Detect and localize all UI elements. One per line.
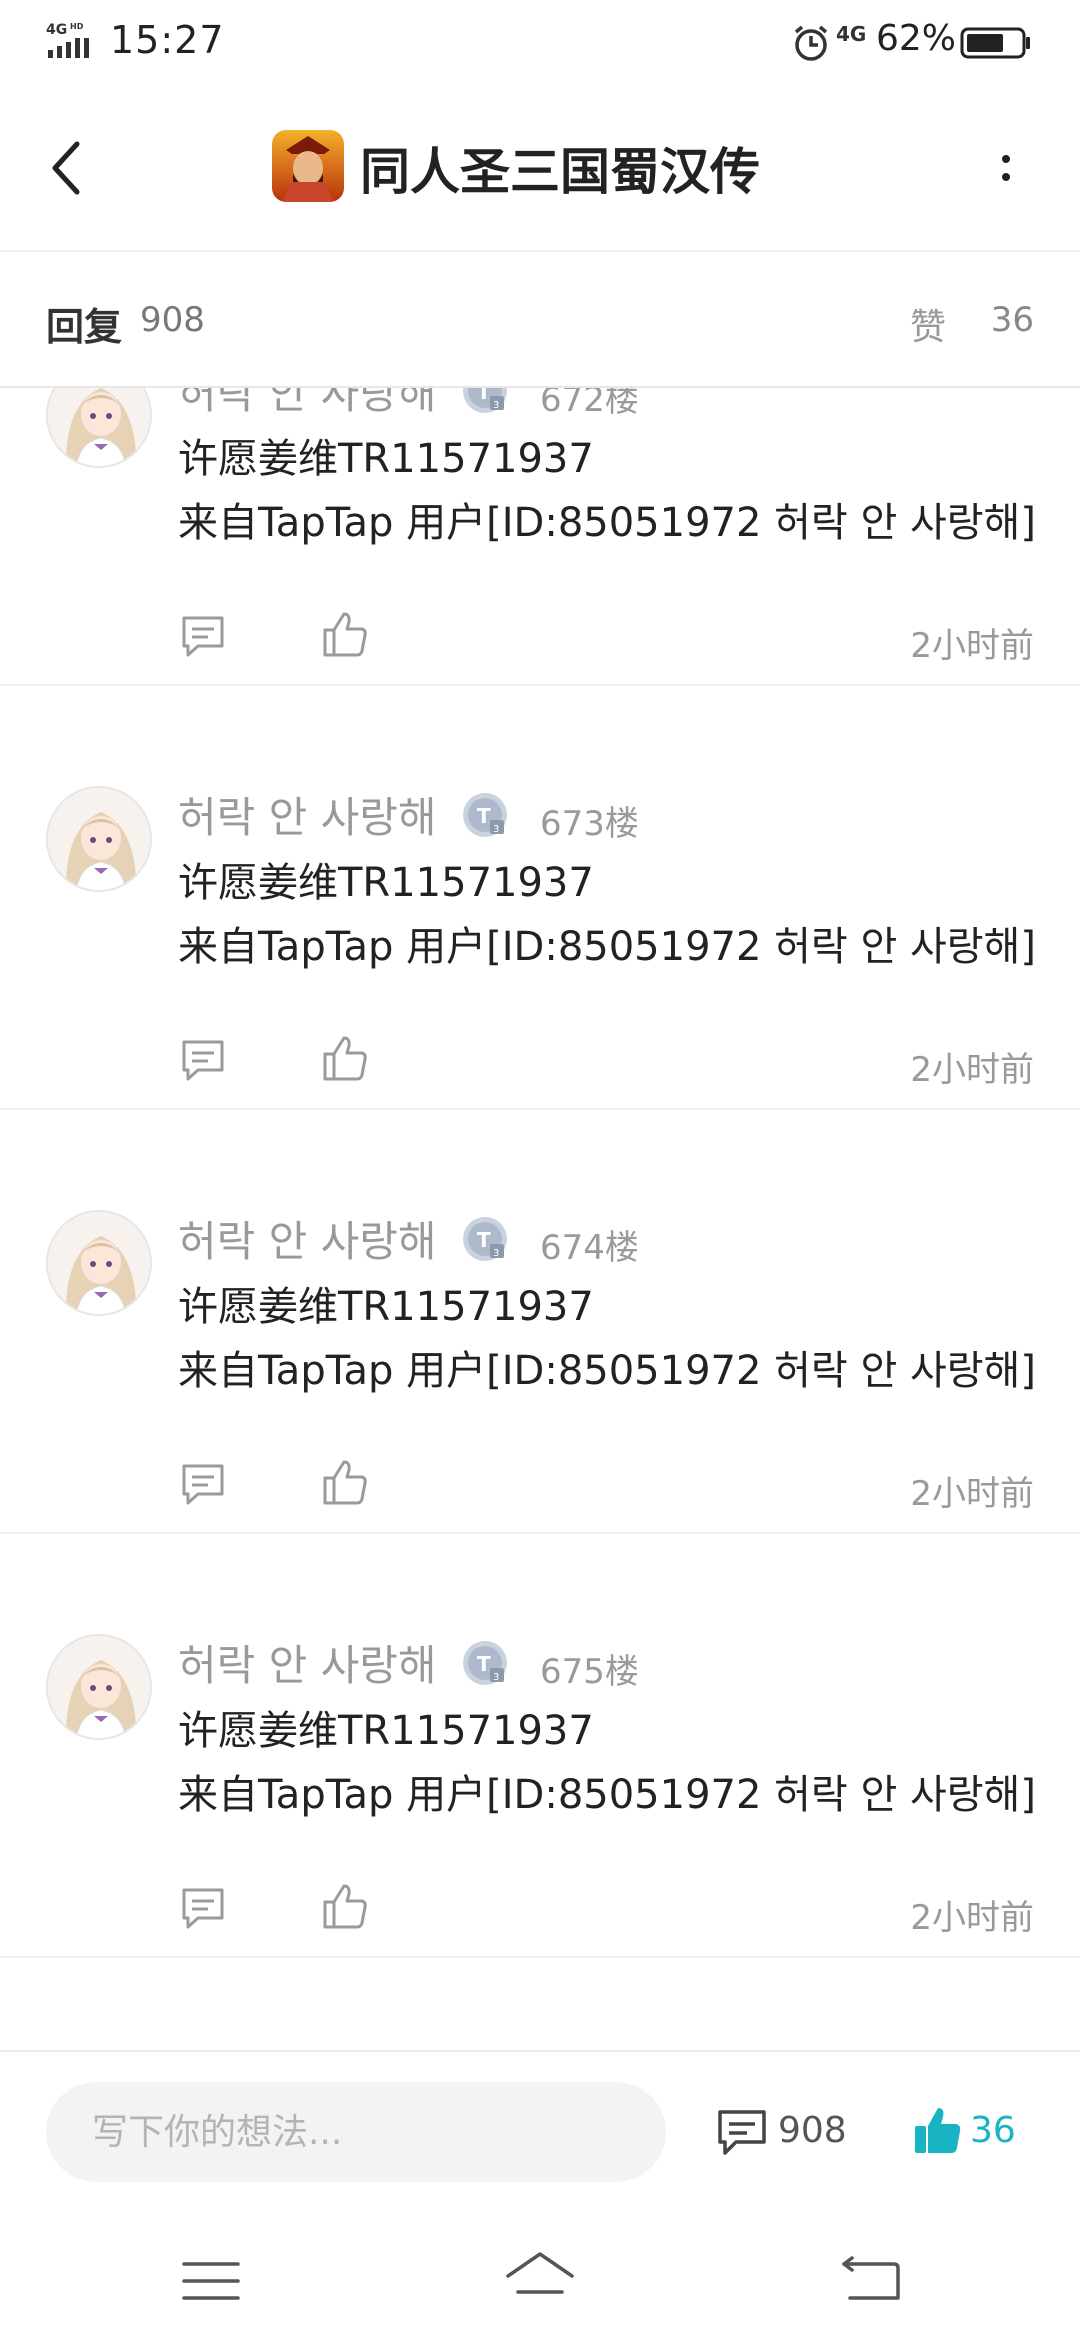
svg-text:T: T [477, 388, 491, 404]
reply-item[interactable]: 허락 안 사랑해 T 3 674楼 许愿姜维TR11571937 来自TapTa… [0, 1110, 1080, 1534]
status-time: 15:27 [110, 18, 225, 62]
reply-summary-bar: 回复 908 赞 36 [0, 252, 1080, 388]
game-icon[interactable] [272, 130, 344, 202]
anime-girl-avatar-image [48, 788, 150, 890]
anime-girl-avatar-image [48, 1212, 150, 1314]
comment-bar: 908 36 [0, 2050, 1080, 2220]
system-nav-bar [0, 2220, 1080, 2340]
user-avatar[interactable] [46, 786, 152, 892]
floor-number: 673楼 [540, 804, 639, 844]
back-arrow-icon [52, 141, 80, 195]
floor-number: 672楼 [540, 388, 639, 420]
home-icon[interactable] [504, 2248, 576, 2308]
svg-text:3: 3 [493, 824, 499, 835]
network-type: 4G [836, 22, 867, 46]
thumbs-up-icon[interactable] [322, 1882, 368, 1930]
reply-text-line: 许愿姜维TR11571937 [178, 1284, 594, 1330]
username[interactable]: 허락 안 사랑해 [178, 388, 437, 421]
battery-icon [960, 27, 1030, 59]
user-avatar[interactable] [46, 1210, 152, 1316]
reply-count: 908 [140, 300, 205, 340]
reply-text-body: 来自TapTap 用户[ID:85051972 허락 안 사랑해] [178, 1348, 1036, 1394]
reply-text-line: 许愿姜维TR11571937 [178, 860, 594, 906]
comment-icon[interactable] [716, 2108, 768, 2158]
signal-icon: 4G HD [46, 22, 89, 58]
title-bar: 同人圣三国蜀汉传 [0, 84, 1080, 252]
reply-text-line: 许愿姜维TR11571937 [178, 436, 594, 482]
username[interactable]: 허락 안 사랑해 [178, 1208, 437, 1269]
floor-number: 674楼 [540, 1228, 639, 1268]
svg-text:T: T [477, 804, 491, 828]
page-title: 同人圣三国蜀汉传 [360, 143, 760, 201]
reply-item[interactable]: 허락 안 사랑해 T 3 675楼 许愿姜维TR11571937 来自TapTa… [0, 1534, 1080, 1958]
svg-text:T: T [477, 1228, 491, 1252]
svg-text:3: 3 [493, 1248, 499, 1259]
anime-girl-avatar-image [48, 388, 150, 466]
taptap-level-badge-icon: T 3 [463, 1641, 507, 1685]
post-time: 2小时前 [910, 1050, 1034, 1090]
taptap-level-badge-icon: T 3 [463, 793, 507, 837]
alarm-icon [794, 25, 828, 61]
post-time: 2小时前 [910, 1898, 1034, 1938]
comment-icon[interactable] [180, 614, 226, 660]
more-vertical-icon [1002, 155, 1010, 163]
status-bar: 4G HD 15:27 4G 62% [0, 0, 1080, 84]
floor-number: 675楼 [540, 1652, 639, 1692]
username[interactable]: 허락 안 사랑해 [178, 1632, 437, 1693]
post-time: 2小时前 [910, 626, 1034, 666]
username[interactable]: 허락 안 사랑해 [178, 784, 437, 845]
svg-text:HD: HD [70, 22, 84, 31]
reply-item[interactable]: 허락 안 사랑해 T 3 676楼 [0, 1958, 1080, 2050]
reply-item[interactable]: 허락 안 사랑해 T 3 672楼 许愿姜维TR11571937 来自TapTa… [0, 388, 1080, 686]
reply-item[interactable]: 허락 안 사랑해 T 3 673楼 许愿姜维TR11571937 来自TapTa… [0, 686, 1080, 1110]
like-label[interactable]: 赞 [910, 298, 946, 350]
comment-input[interactable] [46, 2082, 666, 2182]
thumbs-up-icon[interactable] [322, 1458, 368, 1506]
thumbs-up-icon[interactable] [912, 2104, 962, 2156]
game-avatar-image [272, 130, 344, 202]
more-dot [1002, 173, 1010, 181]
user-avatar[interactable] [46, 388, 152, 468]
comment-count: 908 [778, 2110, 847, 2151]
comment-icon[interactable] [180, 1038, 226, 1084]
anime-girl-avatar-image [48, 1636, 150, 1738]
reply-label: 回复 [46, 305, 123, 349]
reply-text-body: 来自TapTap 用户[ID:85051972 허락 안 사랑해] [178, 924, 1036, 970]
reply-text-body: 来自TapTap 用户[ID:85051972 허락 안 사랑해] [178, 1772, 1036, 1818]
post-time: 2小时前 [910, 1474, 1034, 1514]
svg-text:3: 3 [493, 400, 499, 411]
user-avatar[interactable] [46, 1634, 152, 1740]
like-count: 36 [990, 300, 1034, 340]
comment-icon[interactable] [180, 1462, 226, 1508]
taptap-level-badge-icon: T 3 [463, 1217, 507, 1261]
thumbs-up-icon[interactable] [322, 610, 368, 658]
reply-text-line: 许愿姜维TR11571937 [178, 1708, 594, 1754]
taptap-level-badge-icon: T 3 [463, 388, 507, 413]
thumbs-up-icon[interactable] [322, 1034, 368, 1082]
reply-list[interactable]: 허락 안 사랑해 T 3 672楼 许愿姜维TR11571937 来自TapTa… [0, 388, 1080, 2050]
comment-icon[interactable] [180, 1886, 226, 1932]
like-count: 36 [970, 2110, 1016, 2151]
return-icon[interactable] [838, 2254, 904, 2306]
svg-text:3: 3 [493, 1672, 499, 1683]
svg-text:4G: 4G [46, 22, 67, 38]
back-button[interactable] [30, 128, 100, 208]
svg-text:T: T [477, 1652, 491, 1676]
more-options-button[interactable] [976, 128, 1036, 208]
reply-text-body: 来自TapTap 用户[ID:85051972 허락 안 사랑해] [178, 500, 1036, 546]
menu-icon[interactable] [178, 2256, 244, 2306]
battery-percent: 62% [876, 18, 957, 59]
